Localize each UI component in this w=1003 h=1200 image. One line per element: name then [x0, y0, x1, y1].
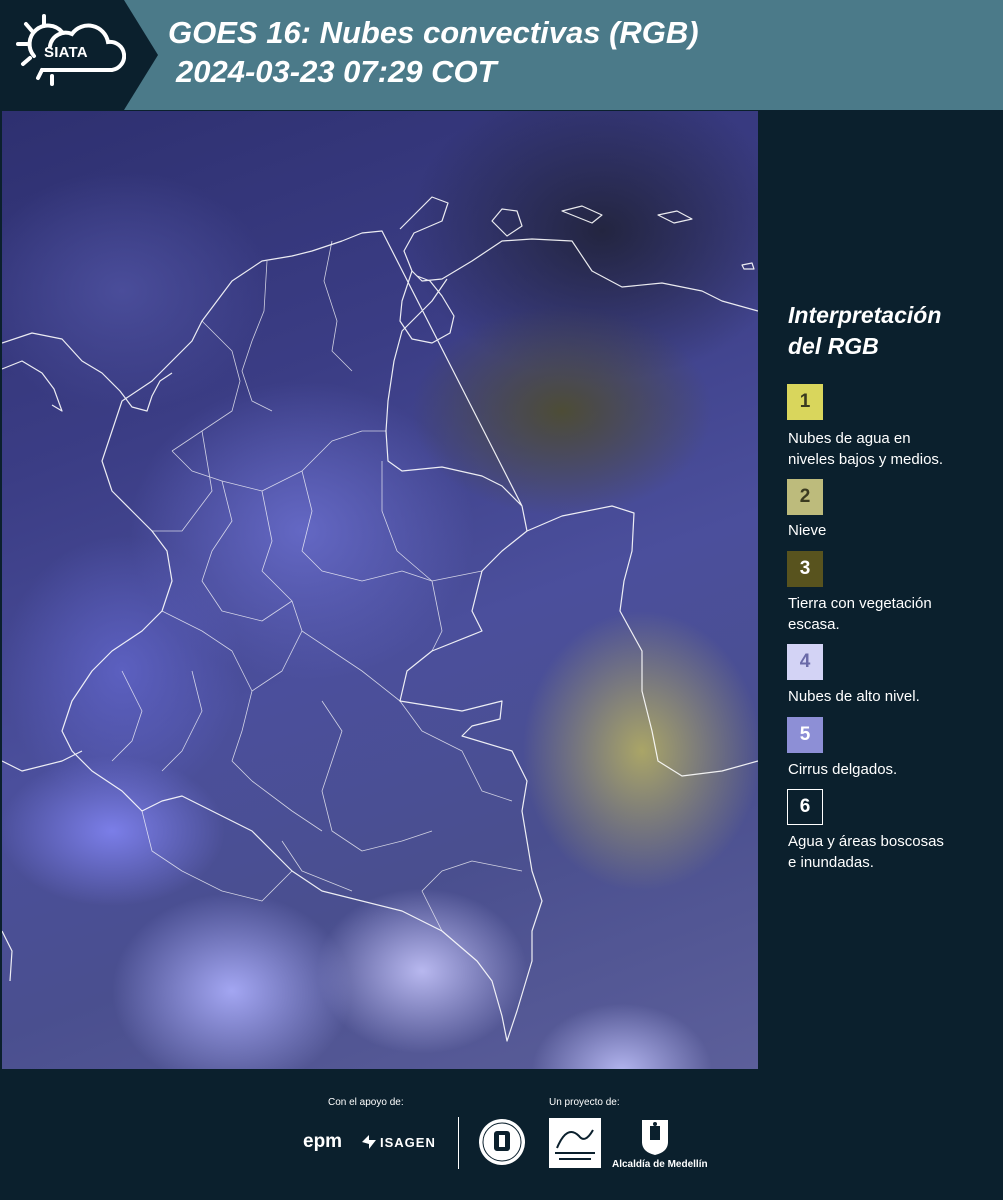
- legend-number: 5: [799, 724, 811, 745]
- legend-label-line: escasa.: [788, 616, 840, 633]
- legend-swatch-2: 2: [787, 479, 823, 515]
- legend-label-line: Cirrus delgados.: [788, 761, 898, 778]
- legend-number: 1: [799, 391, 811, 412]
- medellin-seal-icon[interactable]: [477, 1117, 527, 1167]
- project-caption: Un proyecto de:: [549, 1097, 620, 1108]
- alcaldia-shield-icon[interactable]: [640, 1118, 670, 1156]
- legend-label-line: Nubes de agua en: [788, 430, 911, 447]
- legend-number: 3: [799, 558, 811, 579]
- legend-title: Interpretación del RGB: [788, 300, 998, 362]
- isagen-logo[interactable]: ISAGEN: [380, 1135, 436, 1150]
- legend-label-line: Tierra con vegetación: [788, 595, 932, 612]
- legend-number: 2: [799, 486, 811, 507]
- isagen-mark-icon: [362, 1135, 376, 1149]
- area-metropolitana-logo[interactable]: [549, 1118, 601, 1168]
- legend-label-3: Tierra con vegetación escasa.: [788, 593, 998, 635]
- siata-logo[interactable]: SIATA: [0, 0, 158, 110]
- legend-title-line-2: del RGB: [788, 333, 879, 359]
- legend-title-line-1: Interpretación: [788, 302, 942, 328]
- epm-logo[interactable]: epm: [303, 1131, 342, 1153]
- legend-label-line: Nubes de alto nivel.: [788, 688, 920, 705]
- legend-swatch-3: 3: [787, 551, 823, 587]
- legend-label-6: Agua y áreas boscosas e inundadas.: [788, 831, 998, 873]
- legend-label-line: niveles bajos y medios.: [788, 451, 944, 468]
- legend-label-line: Agua y áreas boscosas: [788, 833, 944, 850]
- legend-swatch-1: 1: [787, 384, 823, 420]
- legend-label-4: Nubes de alto nivel.: [788, 686, 998, 707]
- logo-text: SIATA: [44, 44, 88, 61]
- support-caption: Con el apoyo de:: [328, 1097, 404, 1108]
- page-title: GOES 16: Nubes convectivas (RGB): [168, 15, 699, 50]
- legend-label-2: Nieve: [788, 520, 998, 541]
- legend-label-line: e inundadas.: [788, 854, 874, 871]
- footer-divider: [458, 1117, 459, 1169]
- country-border: [61, 196, 758, 1042]
- alcaldia-logo-text[interactable]: Alcaldía de Medellín: [612, 1159, 708, 1170]
- legend-swatch-5: 5: [787, 717, 823, 753]
- legend-label-line: Nieve: [788, 522, 827, 539]
- legend-number: 6: [799, 796, 811, 817]
- legend-label-5: Cirrus delgados.: [788, 759, 998, 780]
- page-timestamp: 2024-03-23 07:29 COT: [176, 54, 497, 89]
- map-borders: [2, 196, 758, 1042]
- legend-label-1: Nubes de agua en niveles bajos y medios.: [788, 428, 998, 470]
- legend-swatch-6: 6: [787, 789, 823, 825]
- satellite-image: [2, 111, 758, 1069]
- legend-swatch-4: 4: [787, 644, 823, 680]
- legend-number: 4: [799, 651, 811, 672]
- header-bar: SIATA GOES 16: Nubes convectivas (RGB) 2…: [0, 0, 1003, 110]
